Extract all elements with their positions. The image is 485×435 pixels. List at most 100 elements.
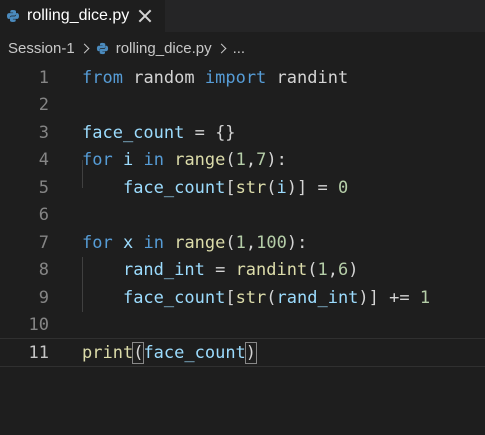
punctuation: ,: [327, 260, 338, 281]
keyword-from: from: [82, 67, 123, 88]
code-line-11[interactable]: 11 print(face_count): [0, 338, 485, 367]
operator: )] +=: [358, 287, 420, 308]
line-number: 10: [28, 315, 49, 336]
tab-bar: rolling_dice.py: [0, 0, 485, 32]
variable: rand_int: [276, 287, 359, 308]
code-line-3[interactable]: 3 face_count = {}: [0, 119, 485, 147]
line-number: 8: [38, 260, 49, 281]
code-line-10[interactable]: 10: [0, 312, 485, 340]
number: 6: [337, 260, 349, 281]
operator: )] =: [286, 177, 338, 198]
function-name: randint: [235, 260, 308, 281]
code-line-5[interactable]: 5 face_count[str(i)] = 0: [0, 174, 485, 202]
code-line-7[interactable]: 7 for x in range(1,100):: [0, 229, 485, 257]
keyword-for: for: [82, 150, 113, 171]
code-line-6[interactable]: 6: [0, 202, 485, 230]
line-number: 9: [38, 287, 49, 308]
line-number: 5: [38, 177, 49, 198]
line-number: 3: [38, 122, 49, 143]
code-text: rand_int = randint(1,6): [82, 260, 359, 281]
code-line-8[interactable]: 8 rand_int = randint(1,6): [0, 257, 485, 285]
punctuation: ,: [245, 232, 257, 253]
number: 1: [419, 287, 431, 308]
punctuation: (: [225, 150, 236, 171]
punctuation: ,: [245, 150, 257, 171]
code-text: for i in range(1,7):: [82, 150, 287, 170]
variable: x: [122, 232, 134, 253]
punctuation: (: [266, 177, 277, 198]
code-text: for x in range(1,100):: [82, 233, 307, 253]
operator: =: [204, 260, 236, 281]
punctuation: ): [348, 260, 359, 281]
punctuation: ):: [286, 232, 308, 253]
module-name: random: [133, 67, 195, 88]
number: 1: [235, 150, 246, 171]
code-text: print(face_count): [82, 341, 258, 364]
code-line-4[interactable]: 4 for i in range(1,7):: [0, 147, 485, 175]
variable: i: [122, 150, 134, 171]
variable: face_count: [122, 287, 226, 308]
bracket-match: (: [132, 341, 145, 364]
number: 1: [235, 232, 246, 253]
variable: face_count: [82, 122, 185, 143]
chevron-right-icon: [79, 43, 90, 53]
function-name: range: [174, 150, 226, 171]
code-line-9[interactable]: 9 face_count[str(rand_int)] += 1: [0, 284, 485, 312]
breadcrumb-session[interactable]: Session-1: [8, 40, 75, 57]
keyword-in: in: [143, 232, 164, 253]
tab-label: rolling_dice.py: [27, 7, 130, 24]
variable: rand_int: [122, 260, 205, 281]
punctuation: (: [225, 232, 236, 253]
line-number: 6: [38, 205, 49, 226]
code-line-2[interactable]: 2: [0, 92, 485, 120]
python-icon: [6, 9, 20, 23]
code-text: face_count[str(rand_int)] += 1: [82, 288, 430, 308]
tab-rolling-dice[interactable]: rolling_dice.py: [0, 0, 165, 32]
variable: i: [276, 177, 287, 198]
keyword-import: import: [204, 67, 267, 88]
line-number: 1: [38, 67, 49, 88]
punctuation: [: [225, 177, 236, 198]
python-icon: [96, 42, 109, 55]
variable: face_count: [122, 177, 226, 198]
code-text: face_count[str(i)] = 0: [82, 178, 348, 198]
variable: face_count: [143, 342, 246, 363]
punctuation: (: [266, 287, 277, 308]
code-text: face_count = {}: [82, 123, 236, 143]
number: 1: [317, 260, 328, 281]
function-name: range: [174, 232, 226, 253]
imported-name: randint: [276, 67, 349, 88]
code-text: from random import randint: [82, 68, 348, 88]
function-name: str: [235, 177, 267, 198]
number: 100: [256, 232, 287, 253]
punctuation: [: [225, 287, 236, 308]
number: 7: [256, 150, 267, 171]
chevron-right-icon: [216, 43, 227, 53]
breadcrumb-file[interactable]: rolling_dice.py: [116, 40, 212, 57]
line-number: 7: [38, 232, 49, 253]
bracket-match: ): [244, 341, 258, 364]
code-line-1[interactable]: 1 from random import randint: [0, 64, 485, 92]
operator: = {}: [184, 122, 236, 143]
line-number: 4: [38, 150, 49, 171]
breadcrumb-more[interactable]: ...: [233, 40, 246, 57]
punctuation: ):: [266, 150, 287, 171]
keyword-for: for: [82, 232, 113, 253]
function-name: str: [235, 287, 267, 308]
close-icon[interactable]: [138, 9, 152, 23]
function-name: print: [82, 342, 134, 363]
code-editor[interactable]: 1 from random import randint 2 3 face_co…: [0, 64, 485, 435]
number: 0: [337, 177, 349, 198]
